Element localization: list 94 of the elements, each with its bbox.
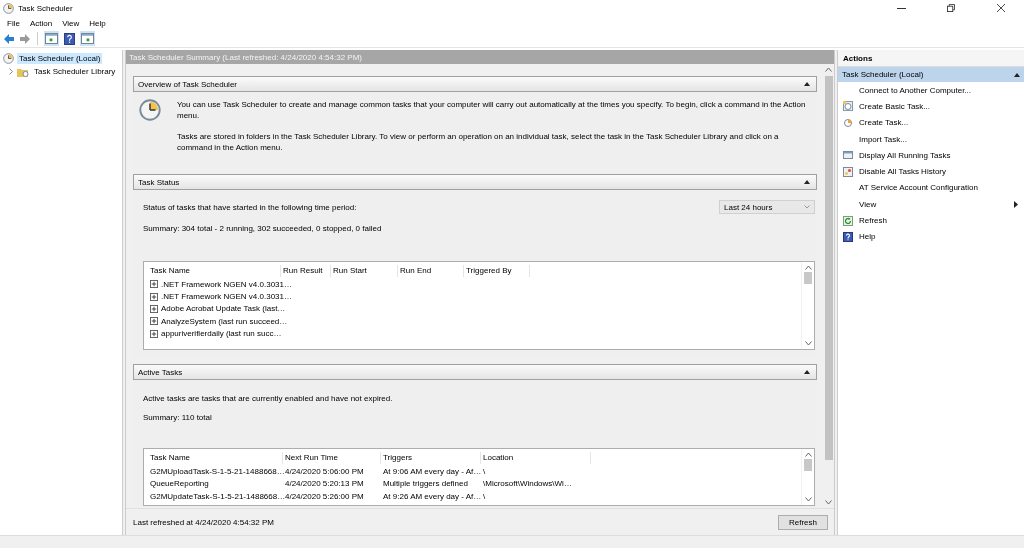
column-header[interactable]: Task Name [148, 451, 283, 464]
table-cell: Adobe Acrobat Update Task (last… [161, 303, 286, 315]
help-button[interactable] [63, 31, 76, 46]
window-title: Task Scheduler [18, 3, 74, 13]
table-cell: .NET Framework NGEN v4.0.3031… [161, 278, 292, 290]
collapse-icon[interactable] [804, 370, 810, 374]
overview-paragraph: Tasks are stored in folders in the Task Scheduler Library. To view or perform an operation on an individual task, select the task in the Task Scheduler Library and click on a command in the Action menu. [177, 131, 780, 153]
table-cell: appuriverifierdaily (last run succ… [161, 328, 282, 340]
task-wizard-icon [843, 101, 853, 112]
pane-command[interactable]: View [838, 196, 1024, 213]
pane-command[interactable]: Create Basic Task... [838, 98, 1024, 115]
expand-icon[interactable] [150, 329, 158, 338]
column-header[interactable]: Task Name [148, 265, 281, 277]
help-icon [843, 231, 853, 242]
table-cell: At 9:06 AM every day - Af… [383, 465, 482, 477]
expand-icon[interactable] [150, 292, 158, 301]
folder-icon [17, 66, 29, 77]
collapse-icon[interactable] [804, 180, 810, 184]
scroll-thumb[interactable] [824, 76, 833, 460]
active-summary: Summary: 110 total [143, 413, 213, 422]
scrollbar[interactable] [801, 262, 814, 349]
scroll-up-icon[interactable] [825, 67, 832, 72]
collapse-icon[interactable] [804, 82, 810, 86]
table-cell: \ [483, 465, 486, 477]
pane-command[interactable]: Disable All Tasks History [838, 163, 1024, 180]
clock-icon [139, 99, 161, 121]
refresh-button[interactable]: Refresh [778, 514, 828, 530]
collapse-icon[interactable] [1014, 72, 1020, 77]
table-cell: 4/24/2020 5:20:13 PM [285, 478, 364, 490]
expand-icon[interactable] [150, 280, 158, 289]
restore-icon[interactable] [947, 4, 955, 12]
actions-group-header[interactable]: Task Scheduler (Local) [838, 67, 1024, 82]
close-icon[interactable] [997, 4, 1005, 12]
pane-command[interactable]: Refresh [838, 212, 1024, 229]
scroll-down-icon[interactable] [804, 497, 812, 502]
pane-command[interactable]: Connect to Another Computer... [838, 82, 1024, 99]
last-refreshed-label: Last refreshed at 4/24/2020 4:54:32 PM [133, 517, 274, 527]
table-cell: \ [483, 491, 486, 503]
table-cell: G2MUpdateTask-S-1-5-21-1488668… [150, 491, 286, 503]
clock-icon [3, 53, 14, 64]
section-header[interactable]: Active Tasks [133, 364, 817, 380]
submenu-arrow-icon [1014, 200, 1018, 208]
tree-item[interactable]: Task Scheduler Library [32, 66, 118, 77]
table-cell: QueueReporting [150, 478, 209, 490]
section-header[interactable]: Task Status [133, 174, 817, 190]
expand-icon[interactable] [150, 304, 158, 313]
pane-command[interactable]: Help [838, 228, 1024, 245]
period-label: Status of tasks that have started in the following time period: [143, 202, 357, 212]
pane-command[interactable]: Display All Running Tasks [838, 147, 1024, 164]
column-header[interactable]: Location [481, 451, 591, 464]
status-summary: Summary: 304 total - 2 running, 302 succeeded, 0 stopped, 0 failed [143, 224, 383, 233]
table-cell: G2MUploadTask-S-1-5-21-1488668… [150, 465, 285, 477]
table-cell: \Microsoft\Windows\Wi… [483, 478, 572, 490]
pane-command[interactable]: Import Task... [838, 130, 1024, 148]
window-list-icon [843, 150, 853, 161]
clock-icon [843, 117, 853, 128]
scrollbar[interactable] [801, 449, 814, 505]
table-cell: AnalyzeSystem (last run succeed… [161, 315, 288, 327]
scroll-up-icon[interactable] [804, 265, 812, 270]
column-header[interactable]: Next Run Time [283, 451, 381, 464]
column-header[interactable]: Run End [398, 265, 464, 277]
minimize-icon[interactable] [896, 7, 906, 9]
history-icon [843, 166, 853, 177]
table-cell: 4/24/2020 5:06:00 PM [285, 465, 364, 477]
column-header[interactable]: Triggers [381, 451, 481, 464]
menu-item[interactable]: View [57, 18, 85, 28]
column-header[interactable]: Triggered By [464, 265, 530, 277]
scroll-down-icon[interactable] [804, 341, 812, 346]
show-hide-tree-button[interactable] [44, 31, 59, 46]
pane-command[interactable]: Create Task... [838, 114, 1024, 131]
scroll-up-icon[interactable] [804, 452, 812, 457]
refresh-icon [843, 215, 853, 226]
tree-item[interactable]: Task Scheduler (Local) [17, 53, 103, 64]
overview-paragraph: You can use Task Scheduler to create and manage common tasks that your computer will carry out automatically at the times you specify. To begin, click a command in the Action menu. [177, 99, 807, 121]
menu-item[interactable]: Help [84, 18, 111, 28]
show-hide-action-pane-button[interactable] [80, 31, 95, 46]
section-header[interactable]: Overview of Task Scheduler [133, 76, 817, 92]
menu-item[interactable]: Action [24, 18, 58, 28]
scroll-thumb[interactable] [804, 459, 812, 471]
expand-icon[interactable] [150, 317, 158, 326]
scroll-down-icon[interactable] [825, 500, 832, 505]
table-cell: .NET Framework NGEN v4.0.3031… [161, 291, 292, 303]
menu-item[interactable]: File [2, 18, 25, 28]
period-dropdown[interactable]: Last 24 hours [719, 200, 815, 214]
table-cell: Multiple triggers defined [383, 478, 468, 490]
column-header[interactable]: Run Start [331, 265, 398, 277]
pane-command[interactable]: AT Service Account Configuration [838, 179, 1024, 197]
table-cell: 4/24/2020 5:26:00 PM [285, 491, 364, 503]
active-tasks-description: Active tasks are tasks that are currently enabled and have not expired. [143, 394, 394, 403]
column-header[interactable]: Run Result [281, 265, 331, 277]
scroll-thumb[interactable] [804, 272, 812, 284]
summary-header: Task Scheduler Summary (Last refreshed: 4/24/2020 4:54:32 PM) [126, 50, 834, 64]
table-cell: At 9:26 AM every day - Af… [383, 491, 482, 503]
actions-title: Actions [838, 50, 1024, 67]
